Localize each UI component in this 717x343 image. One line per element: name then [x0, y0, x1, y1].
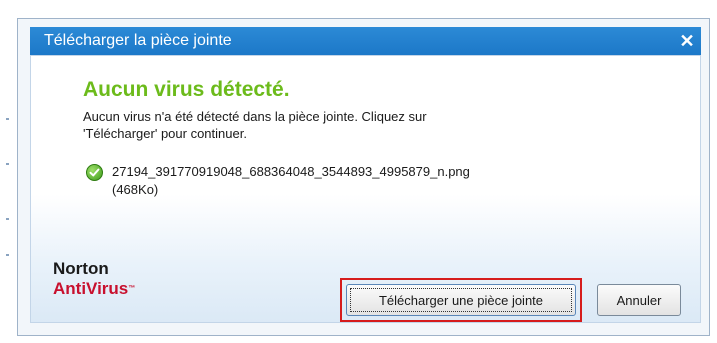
background-edge — [0, 18, 14, 343]
logo-line-2: AntiVirus™ — [53, 279, 136, 298]
dialog-titlebar: Télécharger la pièce jointe ✕ — [30, 27, 701, 55]
dialog-title: Télécharger la pièce jointe — [44, 32, 232, 49]
message-line-2: 'Télécharger' pour continuer. — [83, 126, 247, 141]
cancel-button-label: Annuler — [616, 292, 662, 308]
attachment-file-name: 27194_391770919048_688364048_3544893_499… — [112, 164, 470, 179]
attachment-info: 27194_391770919048_688364048_3544893_499… — [112, 163, 470, 199]
scan-result-headline: Aucun virus détecté. — [83, 78, 290, 101]
attachment-file-row: 27194_391770919048_688364048_3544893_499… — [86, 163, 470, 199]
cancel-button[interactable]: Annuler — [597, 284, 681, 316]
norton-antivirus-logo: Norton AntiVirus™ — [53, 259, 135, 299]
logo-line-1: Norton — [53, 259, 109, 278]
attachment-file-size: (468Ko) — [112, 182, 159, 197]
focus-ring — [350, 288, 572, 312]
scan-result-message: Aucun virus n'a été détecté dans la pièc… — [83, 108, 603, 142]
check-icon — [86, 164, 103, 181]
message-line-1: Aucun virus n'a été détecté dans la pièc… — [83, 109, 427, 124]
close-icon[interactable]: ✕ — [673, 27, 701, 55]
download-attachment-button[interactable]: Télécharger une pièce jointe — [346, 284, 576, 316]
background-top — [0, 0, 717, 18]
